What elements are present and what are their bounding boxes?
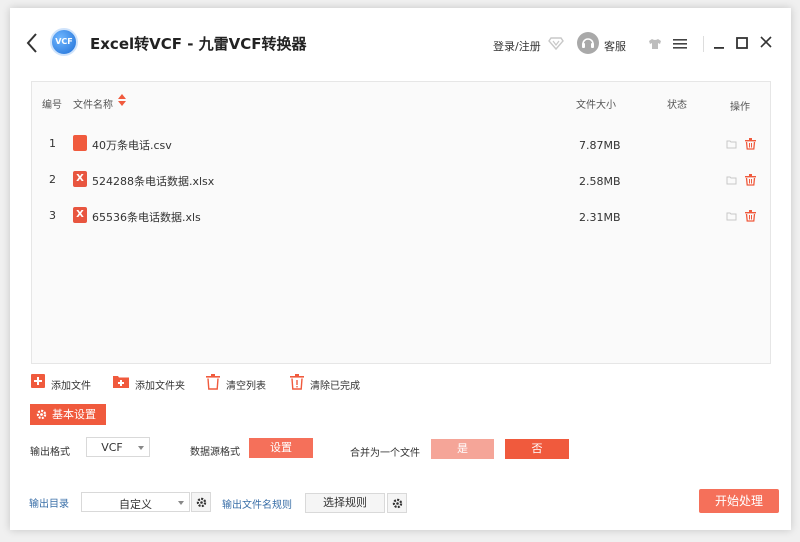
table-row[interactable]: 3 X 65536条电话数据.xls 2.31MB [32,198,770,234]
delete-trash-icon[interactable] [745,138,756,150]
clear-completed-button[interactable]: 清除已完成 [290,374,370,392]
delete-trash-icon[interactable] [745,210,756,222]
login-register-link[interactable]: 登录/注册 [493,38,541,54]
column-status: 状态 [667,100,687,111]
select-rule-button[interactable]: 选择规则 [305,493,385,513]
customer-service-label[interactable]: 客服 [604,38,626,54]
back-arrow-icon[interactable] [24,32,40,54]
add-file-icon [31,374,45,388]
excel-file-icon: X [73,207,87,223]
merge-yes-button[interactable]: 是 [431,439,494,459]
add-file-button[interactable]: 添加文件 [31,374,101,392]
column-filesize: 文件大小 [576,100,616,111]
source-format-settings-button[interactable]: 设置 [249,438,313,458]
merge-file-label: 合并为一个文件 [350,448,420,459]
chevron-down-icon [178,501,184,505]
add-folder-button[interactable]: 添加文件夹 [113,374,193,392]
output-format-label: 输出格式 [30,447,70,458]
open-folder-icon[interactable] [726,175,737,185]
row-filename: 524288条电话数据.xlsx [92,175,215,188]
table-header: 编号 文件名称 文件大小 状态 操作 [32,82,770,120]
filename-rule-label: 输出文件名规则 [222,500,292,511]
clear-list-trash-icon [206,374,220,390]
delete-trash-icon[interactable] [745,174,756,186]
gear-icon [36,409,47,420]
menu-hamburger-icon[interactable] [673,38,687,50]
table-row[interactable]: 2 X 524288条电话数据.xlsx 2.58MB [32,162,770,198]
maximize-icon[interactable] [736,37,748,49]
output-directory-label: 输出目录 [29,499,69,510]
column-filename[interactable]: 文件名称 [73,96,113,111]
file-list-panel: 编号 文件名称 文件大小 状态 操作 1 40万条电话.csv 7.87MB 2… [31,81,771,364]
row-filename: 40万条电话.csv [92,139,172,152]
minimize-icon[interactable] [714,40,724,52]
csv-file-icon [73,135,87,151]
row-filesize: 2.58MB [579,175,621,188]
clear-list-button[interactable]: 清空列表 [206,374,276,392]
column-index: 编号 [42,100,62,111]
basic-settings-tab[interactable]: 基本设置 [30,404,106,425]
filename-rule-settings-button[interactable] [387,493,407,513]
add-folder-icon [113,376,129,388]
open-folder-icon[interactable] [726,211,737,221]
merge-no-button[interactable]: 否 [505,439,569,459]
output-directory-settings-button[interactable] [191,492,211,512]
row-filesize: 7.87MB [579,139,621,152]
clear-completed-icon [290,374,304,390]
open-folder-icon[interactable] [726,139,737,149]
output-format-select[interactable]: VCF [86,437,150,457]
row-index: 3 [49,209,56,222]
gear-icon [196,497,207,508]
close-icon[interactable] [760,36,772,48]
source-format-label: 数据源格式 [190,447,240,458]
chevron-down-icon [138,446,144,450]
titlebar-divider [703,36,704,52]
skin-tshirt-icon[interactable] [648,38,662,50]
app-window: VCF Excel转VCF - 九雷VCF转换器 登录/注册 客服 编号 文件名… [10,8,791,530]
service-avatar-icon[interactable] [577,32,599,54]
column-action: 操作 [730,102,750,113]
row-index: 2 [49,173,56,186]
excel-file-icon: X [73,171,87,187]
start-processing-button[interactable]: 开始处理 [699,489,779,513]
row-filename: 65536条电话数据.xls [92,211,201,224]
row-index: 1 [49,137,56,150]
output-directory-select[interactable]: 自定义 [81,492,190,512]
table-row[interactable]: 1 40万条电话.csv 7.87MB [32,126,770,162]
vip-diamond-icon[interactable] [548,35,564,51]
window-title: Excel转VCF - 九雷VCF转换器 [90,35,307,53]
app-logo: VCF [50,28,78,56]
row-filesize: 2.31MB [579,211,621,224]
sort-icon[interactable] [118,94,126,106]
gear-icon [392,498,403,509]
